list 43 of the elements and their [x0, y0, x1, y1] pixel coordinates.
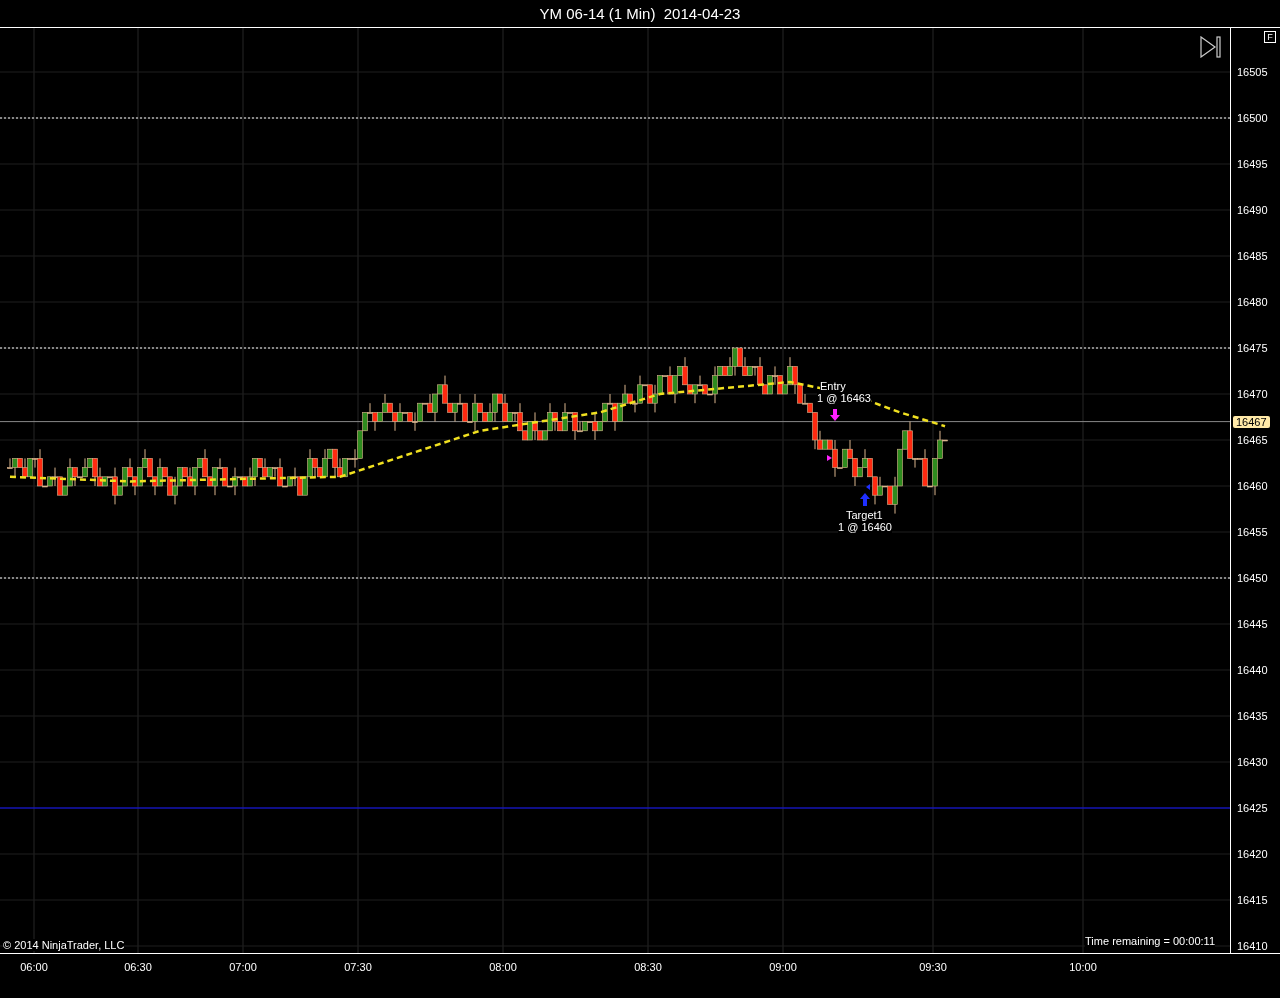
chart-title: YM 06-14 (1 Min) 2014-04-23 — [539, 5, 741, 22]
price-label: 16490 — [1237, 204, 1268, 216]
price-label: 16425 — [1237, 802, 1268, 814]
price-label: 16455 — [1237, 526, 1268, 538]
left-arrow-icon — [866, 484, 870, 490]
order-label: Entry — [820, 380, 846, 392]
time-label: 07:00 — [229, 961, 257, 973]
order-label: Target1 — [846, 509, 883, 521]
price-label: 16420 — [1237, 848, 1268, 860]
order-detail: 1 @ 16463 — [817, 392, 871, 404]
price-label: 16475 — [1237, 342, 1268, 354]
price-label: 16440 — [1237, 664, 1268, 676]
down-arrow-icon — [830, 409, 840, 421]
price-label: 16470 — [1237, 388, 1268, 400]
price-label: 16495 — [1237, 158, 1268, 170]
time-label: 06:30 — [124, 961, 152, 973]
time-label: 09:30 — [919, 961, 947, 973]
time-label: 09:00 — [769, 961, 797, 973]
price-label: 16485 — [1237, 250, 1268, 262]
time-remaining-text: Time remaining = 00:00:11 — [1085, 935, 1215, 947]
time-label: 08:00 — [489, 961, 517, 973]
time-label: 06:00 — [20, 961, 48, 973]
time-label: 08:30 — [634, 961, 662, 973]
copyright-text: © 2014 NinjaTrader, LLC — [3, 939, 125, 951]
price-label: 16480 — [1237, 296, 1268, 308]
right-arrow-icon — [827, 455, 832, 461]
time-label: 10:00 — [1069, 961, 1097, 973]
time-label: 07:30 — [344, 961, 372, 973]
up-arrow-icon — [860, 493, 870, 506]
price-label: 16435 — [1237, 710, 1268, 722]
price-label: 16450 — [1237, 572, 1268, 584]
price-label: 16415 — [1237, 894, 1268, 906]
skip-to-end-icon[interactable] — [1200, 36, 1222, 58]
panel-button[interactable]: F — [1264, 31, 1276, 43]
price-label: 16445 — [1237, 618, 1268, 630]
price-label: 16465 — [1237, 434, 1268, 446]
price-label: 16410 — [1237, 940, 1268, 952]
price-label: 16500 — [1237, 112, 1268, 124]
price-label: 16460 — [1237, 480, 1268, 492]
price-label: 16430 — [1237, 756, 1268, 768]
last-price-tag: 16467 — [1233, 415, 1270, 428]
order-detail: 1 @ 16460 — [838, 521, 892, 533]
price-label: 16505 — [1237, 66, 1268, 78]
